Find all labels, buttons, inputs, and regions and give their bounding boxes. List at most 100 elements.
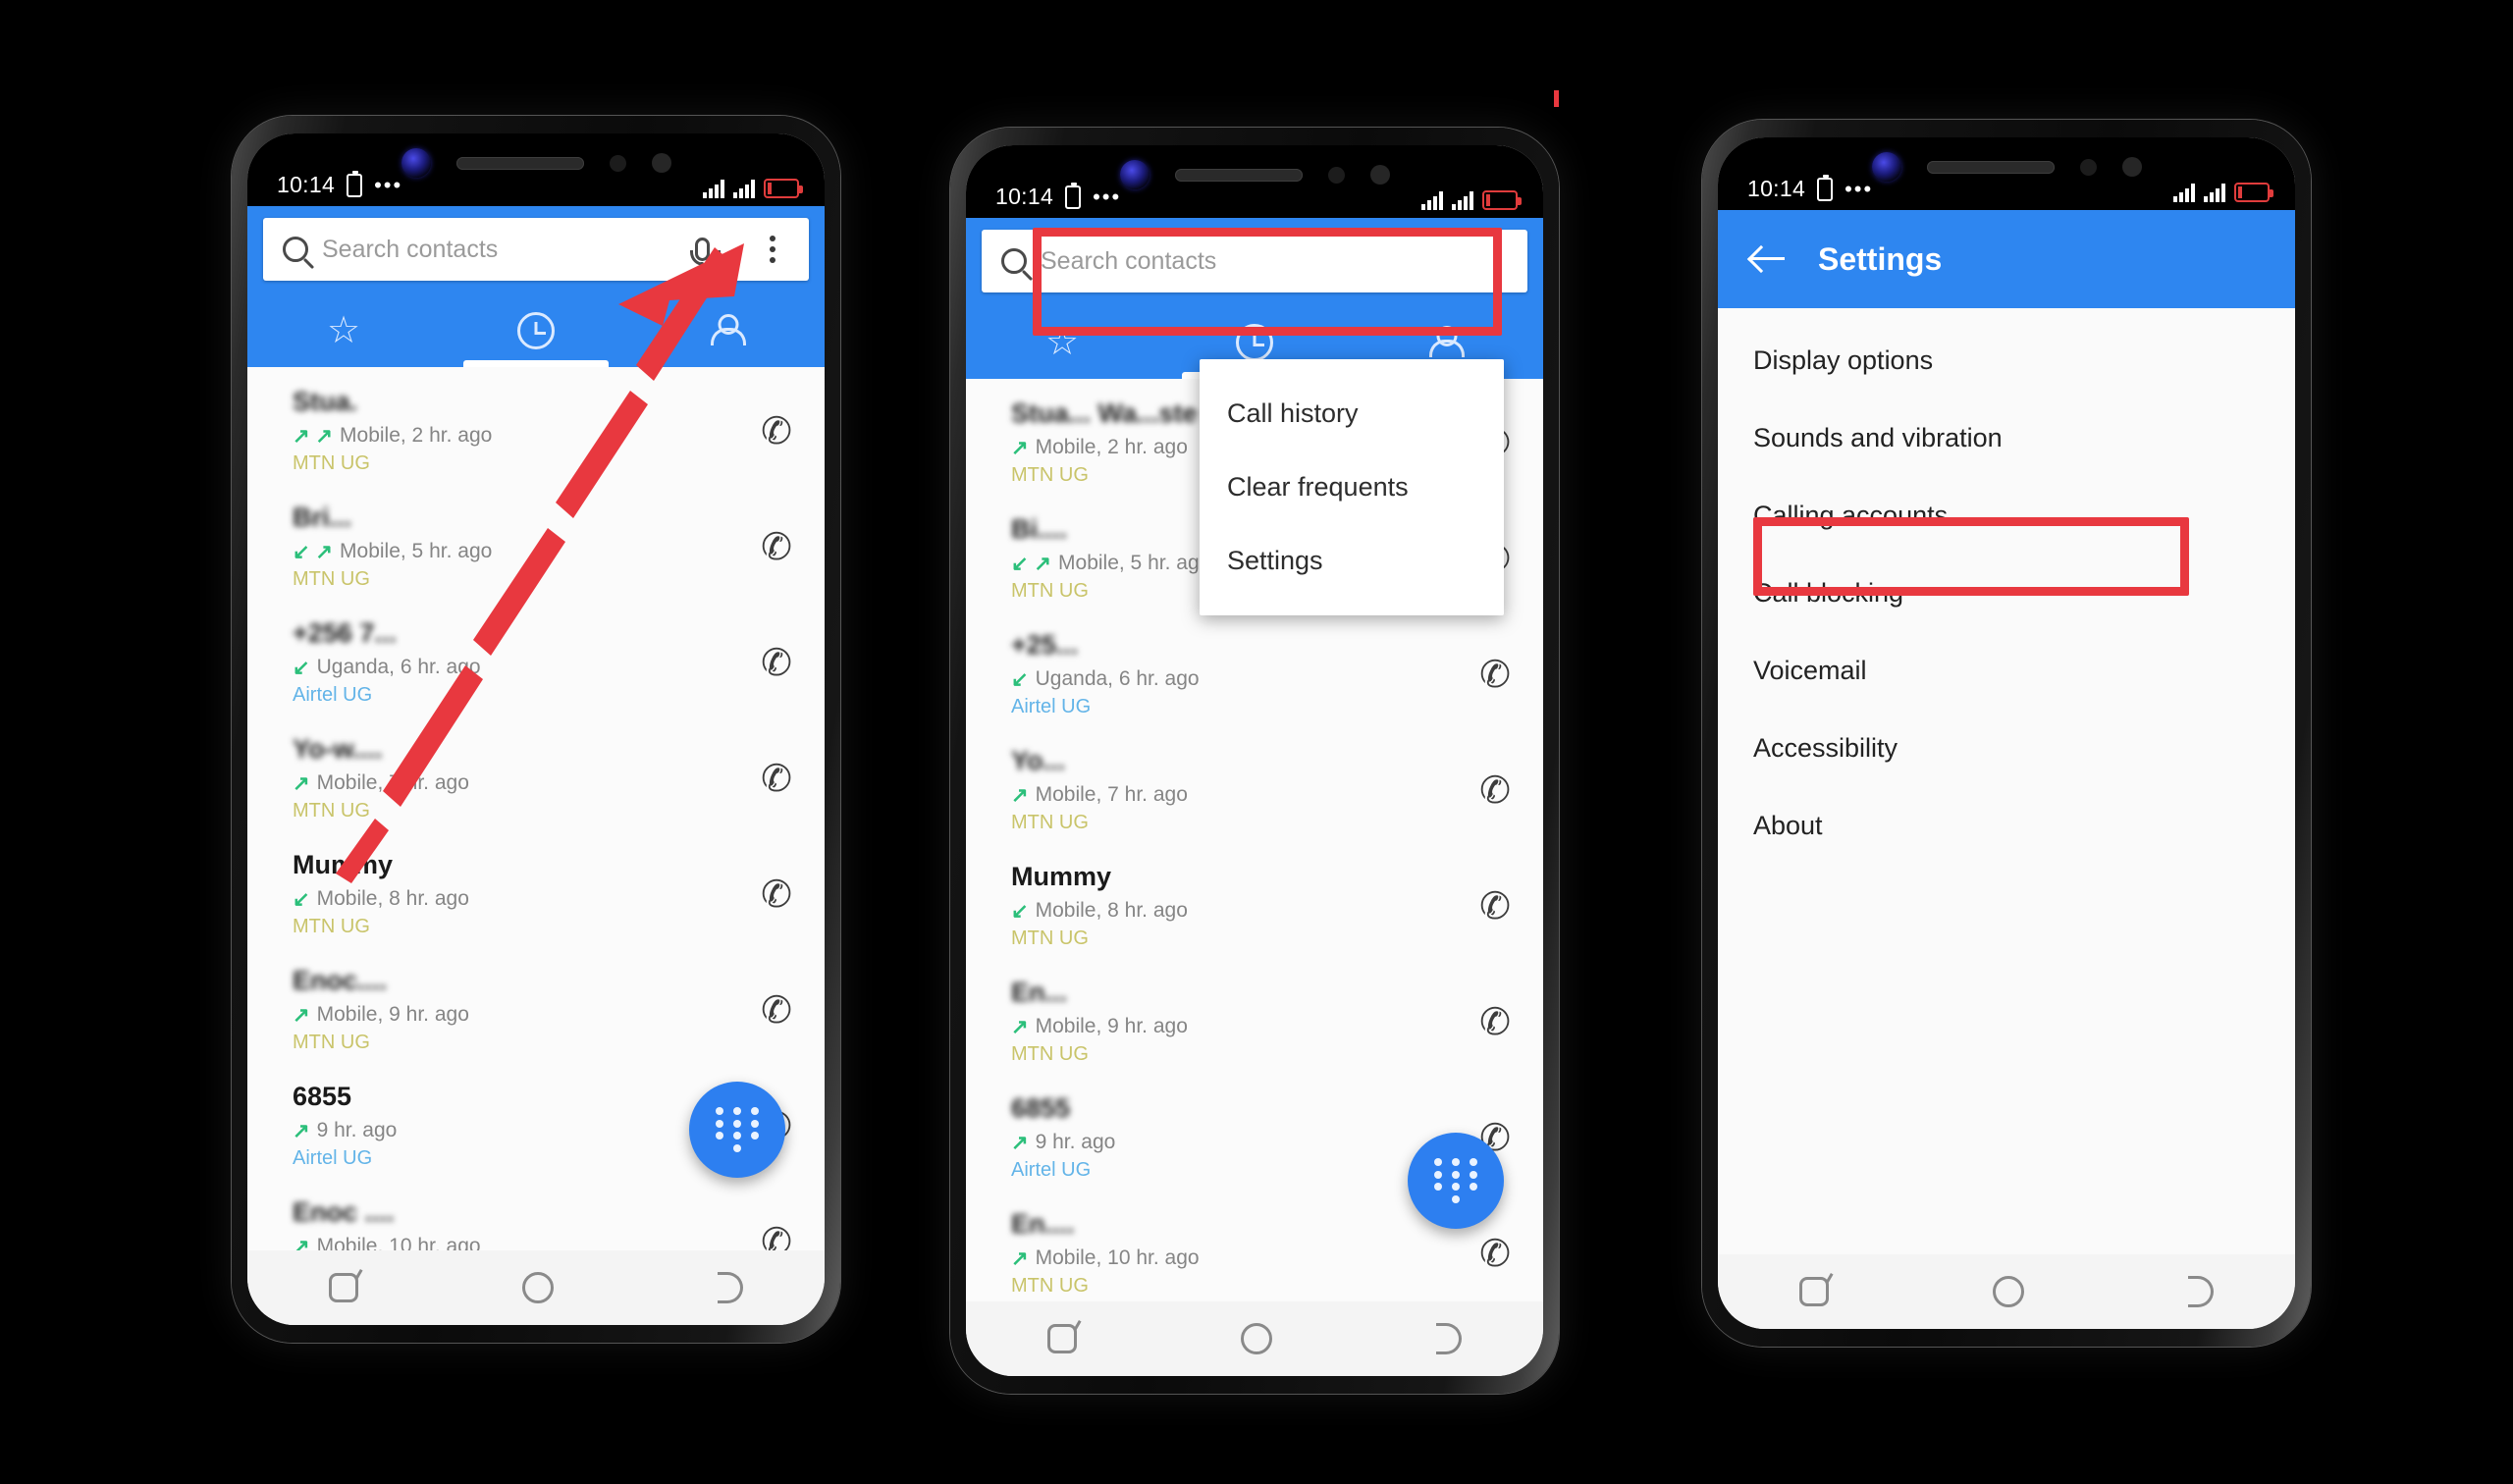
call-log-row-content: Stua. ↗ ↗ Mobile, 2 hr. ago MTN UG [293,387,738,475]
menu-item-clear-frequents[interactable]: Clear frequents [1200,450,1504,524]
signal-sim2-icon [1452,190,1473,210]
call-log-row[interactable]: +256 7... ↙ Uganda, 6 hr. ago Airtel UG ✆ [247,605,825,720]
call-back-phone-icon[interactable]: ✆ [754,987,799,1033]
call-direction-arrow-icon: ↙ ↗ [293,540,334,563]
person-icon [712,314,745,347]
tab-favorites[interactable]: ☆ [247,294,440,367]
back-icon[interactable] [717,1272,743,1303]
call-detail-line: ↗ 9 hr. ago [1011,1131,1457,1154]
call-log-row[interactable]: Yo-w.... ↗ Mobile, 7 hr. ago MTN UG ✆ [247,720,825,836]
call-log-row[interactable]: Yo... ↗ Mobile, 7 hr. ago MTN UG ✆ [966,732,1543,848]
recents-icon[interactable] [329,1273,359,1302]
search-input[interactable]: Search contacts [322,236,660,264]
search-input[interactable]: Search contacts [1041,247,1520,276]
dialpad-fab-button[interactable] [689,1082,785,1178]
search-icon [1001,248,1027,274]
settings-item-calling-accounts[interactable]: Calling accounts [1718,477,2295,555]
call-history-list[interactable]: Stua. ↗ ↗ Mobile, 2 hr. ago MTN UG ✆ Bri... ↙ … [247,367,825,1250]
call-log-row[interactable]: Mummy ↙ Mobile, 8 hr. ago MTN UG ✆ [966,848,1543,964]
call-back-phone-icon[interactable]: ✆ [754,756,799,801]
settings-item-voicemail[interactable]: Voicemail [1718,632,2295,710]
call-back-phone-icon[interactable]: ✆ [1472,768,1518,813]
call-detail-line: ↙ Uganda, 6 hr. ago [1011,667,1457,691]
call-timestamp: Mobile, 2 hr. ago [340,424,493,448]
tab-recents[interactable] [440,294,632,367]
phone-3-frame: 10:14 ••• Settings Display options Sounds… [1702,120,2311,1347]
home-icon[interactable] [1240,1323,1272,1354]
call-timestamp: Mobile, 10 hr. ago [316,1235,481,1250]
back-icon[interactable] [2187,1276,2214,1307]
call-back-phone-icon[interactable]: ✆ [754,408,799,453]
call-log-row-content: En.... ↗ Mobile, 10 hr. ago MTN UG [1011,1209,1457,1298]
call-back-phone-icon[interactable]: ✆ [754,640,799,685]
back-arrow-icon[interactable] [1751,242,1785,276]
phone-2-frame: 10:14 ••• Search contacts ☆ Stua... Wa..… [950,128,1559,1394]
menu-item-settings[interactable]: Settings [1200,524,1504,598]
call-back-phone-icon[interactable]: ✆ [1472,999,1518,1044]
tab-bar: ☆ [247,294,825,367]
kebab-menu-icon[interactable] [744,221,801,278]
dialpad-fab-button[interactable] [1408,1133,1504,1229]
call-contact-name: Yo-w.... [293,734,383,765]
call-log-row[interactable]: Bri... ↙ ↗ Mobile, 5 hr. ago MTN UG ✆ [247,489,825,605]
call-back-phone-icon[interactable]: ✆ [754,1219,799,1250]
app-bar: Search contacts ☆ [247,206,825,367]
call-back-phone-icon[interactable]: ✆ [754,872,799,917]
call-log-row[interactable]: En... ↗ Mobile, 9 hr. ago MTN UG ✆ [966,964,1543,1080]
call-contact-name: +25... [1011,630,1079,661]
call-direction-arrow-icon: ↙ [293,656,310,679]
settings-list[interactable]: Display options Sounds and vibration Calli… [1718,308,2295,1254]
system-nav-bar [966,1301,1543,1376]
call-back-phone-icon[interactable]: ✆ [754,524,799,569]
call-contact-name: Stua. [293,387,358,416]
call-carrier-label: MTN UG [293,1032,370,1054]
call-log-row[interactable]: Enoc ....↗Mobile, 10 hr. agoMTN UG✆ [247,1184,825,1250]
search-container: Search contacts [247,206,825,294]
call-direction-arrow-icon: ↗ [1011,436,1029,459]
search-container: Search contacts [966,218,1543,306]
search-bar[interactable]: Search contacts [263,218,809,281]
call-direction-arrow-icon: ↗ [293,1003,310,1027]
recents-icon[interactable] [1799,1277,1830,1306]
home-icon[interactable] [1992,1276,2024,1307]
signal-sim2-icon [2204,183,2225,202]
call-log-row[interactable]: Enoc.... ↗ Mobile, 9 hr. ago MTN UG ✆ [247,952,825,1068]
recents-icon[interactable] [1047,1324,1078,1353]
overflow-dropdown-menu[interactable]: Call history Clear frequents Settings [1200,359,1504,615]
back-icon[interactable] [1435,1323,1462,1354]
home-icon[interactable] [521,1272,554,1303]
menu-item-call-history[interactable]: Call history [1200,377,1504,450]
call-back-phone-icon[interactable]: ✆ [1472,652,1518,697]
battery-level-icon [1482,190,1522,210]
call-log-row-content: Mummy ↙ Mobile, 8 hr. ago MTN UG [293,850,738,938]
call-detail-line: ↗ Mobile, 10 hr. ago [293,1235,738,1250]
call-carrier-label: MTN UG [293,452,370,475]
status-time: 10:14 [995,184,1054,209]
settings-item-sounds-and-vibration[interactable]: Sounds and vibration [1718,399,2295,477]
call-timestamp: Mobile, 8 hr. ago [1035,899,1188,923]
clock-icon [1236,324,1273,361]
call-timestamp: Mobile, 7 hr. ago [316,771,469,795]
microphone-icon[interactable] [673,221,730,278]
status-overflow-dots: ••• [1845,176,1874,201]
settings-item-call-blocking[interactable]: Call blocking [1718,555,2295,632]
clock-icon [517,312,555,349]
search-bar[interactable]: Search contacts [982,230,1527,292]
tab-favorites[interactable]: ☆ [966,306,1158,379]
call-log-row[interactable]: Mummy ↙ Mobile, 8 hr. ago MTN UG ✆ [247,836,825,952]
battery-level-icon [2234,183,2273,202]
call-back-phone-icon[interactable]: ✆ [1472,883,1518,928]
call-log-row[interactable]: +25... ↙ Uganda, 6 hr. ago Airtel UG ✆ [966,616,1543,732]
call-log-row-content: 6855 ↗ 9 hr. ago Airtel UG [293,1082,738,1170]
call-direction-arrow-icon: ↙ [293,887,310,911]
battery-icon [1065,182,1082,209]
call-log-row-content: Enoc.... ↗ Mobile, 9 hr. ago MTN UG [293,966,738,1054]
call-log-row[interactable]: Stua. ↗ ↗ Mobile, 2 hr. ago MTN UG ✆ [247,373,825,489]
call-carrier-label: MTN UG [293,568,370,591]
call-back-phone-icon[interactable]: ✆ [1472,1231,1518,1276]
tab-contacts[interactable] [632,294,825,367]
phone-1-frame: 10:14 ••• Search contacts ☆ Stua. ↗ ↗ Mo… [232,116,840,1343]
settings-item-display-options[interactable]: Display options [1718,322,2295,399]
settings-item-about[interactable]: About [1718,787,2295,865]
settings-item-accessibility[interactable]: Accessibility [1718,710,2295,787]
